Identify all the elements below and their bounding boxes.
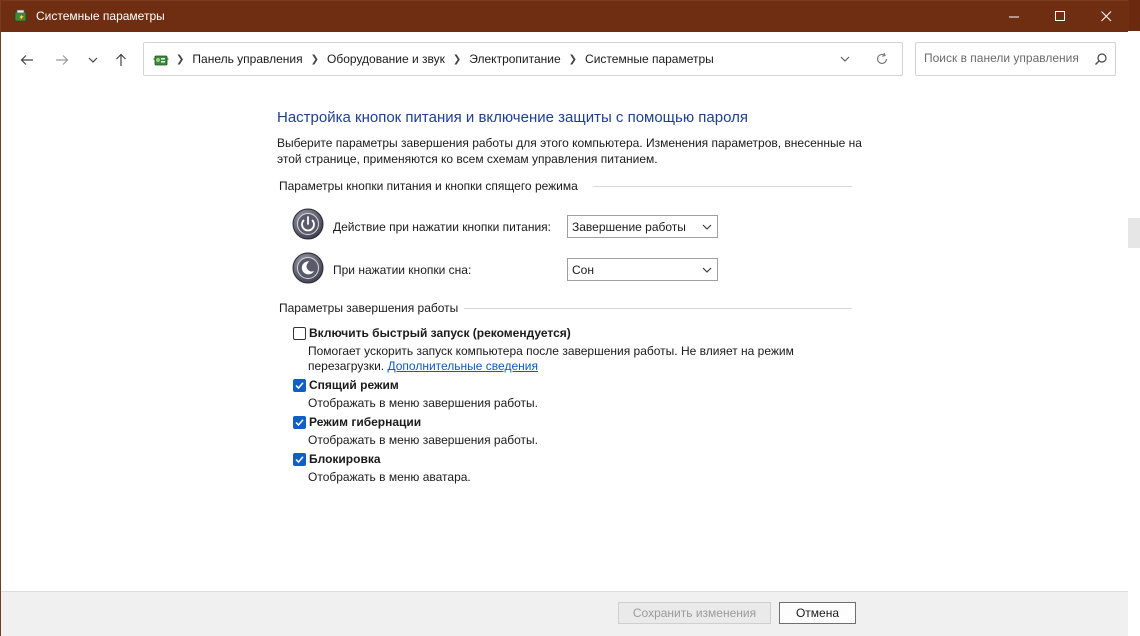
breadcrumb-separator-icon[interactable]: ❯ [569,54,577,65]
minimize-icon [1008,16,1019,18]
section-divider [464,308,852,309]
breadcrumb-separator-icon[interactable]: ❯ [176,54,184,65]
window-title: Системные параметры [36,9,165,23]
sleep-button-action-value: Сон [572,263,594,277]
sleep-label[interactable]: Спящий режим [309,378,399,392]
power-buttons-section-title: Параметры кнопки питания и кнопки спящег… [279,179,578,193]
up-button[interactable] [110,49,132,71]
main-content: Настройка кнопок питания и включение защ… [1,86,1129,591]
background-window-bar [1128,218,1140,248]
chevron-down-icon [88,57,98,63]
breadcrumb-item-system-settings[interactable]: Системные параметры [585,52,714,66]
search-icon[interactable] [1094,52,1108,69]
maximize-button[interactable] [1037,1,1083,32]
sleep-button-icon [292,252,324,284]
page-description: Выберите параметры завершения работы для… [277,136,862,166]
chevron-down-icon [702,221,712,235]
breadcrumb-item-power-options[interactable]: Электропитание [469,52,560,66]
close-icon [1100,11,1111,22]
section-divider [593,186,852,187]
hibernate-description: Отображать в меню завершения работы. [308,433,539,447]
breadcrumb-item-control-panel[interactable]: Панель управления [192,52,302,66]
shutdown-settings-section-title: Параметры завершения работы [279,301,459,315]
save-changes-button[interactable]: Сохранить изменения [618,602,771,624]
power-button-action-label: Действие при нажатии кнопки питания: [333,220,552,234]
cancel-button[interactable]: Отмена [779,602,856,624]
system-settings-window: Системные параметры ❯ Панель управления … [0,0,1129,636]
forward-button[interactable] [51,49,73,71]
recent-locations-button[interactable] [82,49,104,71]
footer-bar: Сохранить изменения Отмена [1,591,1129,636]
arrow-left-icon [20,55,33,65]
lock-checkbox[interactable] [293,453,306,466]
page-title: Настройка кнопок питания и включение защ… [277,109,748,126]
power-options-app-icon [13,8,29,24]
navigation-bar: ❯ Панель управления ❯ Оборудование и зву… [1,32,1129,86]
chevron-down-icon [702,264,712,278]
checkmark-icon [295,419,304,427]
maximize-icon [1054,11,1065,21]
search-input[interactable] [924,51,1088,65]
sleep-checkbox[interactable] [293,379,306,392]
fast-startup-description-text: перезагрузки. [308,359,385,373]
title-bar: Системные параметры [1,1,1129,32]
power-button-icon [292,208,324,240]
fast-startup-label[interactable]: Включить быстрый запуск (рекомендуется) [309,326,571,340]
refresh-icon [876,52,888,64]
address-dropdown-button[interactable] [839,53,851,68]
power-buttons-section-header: Параметры кнопки питания и кнопки спящег… [279,179,852,193]
search-box[interactable] [915,42,1116,76]
fast-startup-description: Помогает ускорить запуск компьютера посл… [308,344,794,374]
fast-startup-checkbox[interactable] [293,327,306,340]
checkmark-icon [295,382,304,390]
breadcrumb: ❯ Панель управления ❯ Оборудование и зву… [176,52,714,66]
sleep-button-action-select[interactable]: Сон [567,258,718,281]
back-button[interactable] [16,49,38,71]
background-window-edge [1128,31,1140,636]
breadcrumb-item-hardware-sound[interactable]: Оборудование и звук [327,52,445,66]
power-button-action-select[interactable]: Завершение работы [567,215,718,238]
fast-startup-description-line: Помогает ускорить запуск компьютера посл… [308,344,794,358]
shutdown-settings-section-header: Параметры завершения работы [279,301,852,315]
close-button[interactable] [1083,1,1129,32]
breadcrumb-separator-icon[interactable]: ❯ [311,54,319,65]
chevron-down-icon [840,56,850,62]
checkmark-icon [295,456,304,464]
minimize-button[interactable] [991,1,1037,32]
more-info-link[interactable]: Дополнительные сведения [387,359,537,373]
sleep-description: Отображать в меню завершения работы. [308,396,539,410]
lock-label[interactable]: Блокировка [309,452,381,466]
lock-description: Отображать в меню аватара. [308,470,471,484]
refresh-button[interactable] [875,52,889,69]
control-panel-icon [152,51,170,69]
sleep-button-action-label: При нажатии кнопки сна: [333,263,472,277]
breadcrumb-separator-icon[interactable]: ❯ [453,54,461,65]
power-button-action-value: Завершение работы [572,220,686,234]
hibernate-checkbox[interactable] [293,416,306,429]
fast-startup-description-line: перезагрузки. Дополнительные сведения [308,359,794,374]
hibernate-label[interactable]: Режим гибернации [309,415,421,429]
arrow-right-icon [56,55,69,65]
arrow-up-icon [116,53,126,66]
address-bar[interactable]: ❯ Панель управления ❯ Оборудование и зву… [143,42,903,76]
